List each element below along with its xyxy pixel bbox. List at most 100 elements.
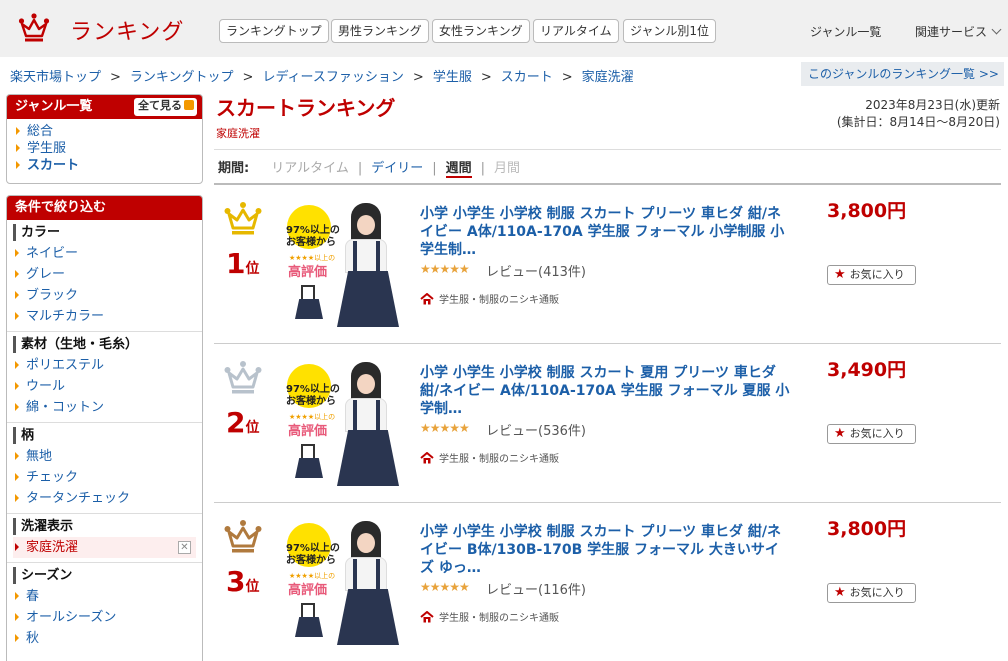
- filter-item-tartan[interactable]: タータンチェック: [13, 488, 202, 509]
- review-count-link[interactable]: レビュー(116件): [486, 579, 586, 598]
- period-tab-weekly[interactable]: 週間: [445, 161, 472, 178]
- rank-value: 1: [226, 247, 246, 280]
- filter-item-autumn[interactable]: 秋: [13, 628, 202, 649]
- filter-item-label: 綿・コットン: [26, 400, 105, 415]
- genre-ranking-list-link[interactable]: このジャンルのランキング一覧 >>: [801, 62, 1004, 86]
- rank-unit: 位: [245, 579, 260, 595]
- chevron-down-icon: [991, 24, 1002, 35]
- filter-item-polyester[interactable]: ポリエステル: [13, 355, 202, 376]
- period-label: 期間:: [218, 161, 250, 176]
- genre-item-skirt[interactable]: スカート: [16, 157, 202, 174]
- arrow-right-icon: [15, 290, 19, 299]
- filter-item-gray[interactable]: グレー: [13, 264, 202, 285]
- skirt-icon: [295, 458, 323, 478]
- skirt-icon: [295, 299, 323, 319]
- breadcrumb-rakuten-top[interactable]: 楽天市場トップ: [10, 70, 101, 85]
- filter-item-black[interactable]: ブラック: [13, 285, 202, 306]
- filter-item-label: グレー: [26, 267, 66, 282]
- filter-group-wash: 洗濯表示 家庭洗濯 ✕: [7, 514, 202, 563]
- model-shirt: [345, 557, 387, 591]
- filter-item-label: 春: [26, 589, 40, 604]
- period-selector: 期間: リアルタイム | デイリー | 週間 | 月間: [218, 161, 521, 178]
- clear-filter-icon[interactable]: ✕: [178, 541, 191, 554]
- aggregation-period: (集計日：8月14日～8月20日): [836, 115, 1000, 129]
- genre-item-school-uniform[interactable]: 学生服: [16, 140, 202, 157]
- star-icon: ★: [834, 585, 846, 600]
- sub-category-label: 家庭洗濯: [216, 127, 260, 140]
- filter-group-title: シーズン: [13, 567, 202, 584]
- product-title-link[interactable]: 小学 小学生 小学校 制服 スカート 夏用 プリーツ 車ヒダ 紺/ネイビー A体…: [420, 364, 790, 418]
- breadcrumb: 楽天市場トップ > ランキングトップ > レディースファッション > 学生服 > スカート > 家庭…: [10, 70, 634, 85]
- breadcrumb-ladies-fashion[interactable]: レディースファッション: [262, 70, 403, 85]
- breadcrumb-skirt[interactable]: スカート: [501, 70, 553, 85]
- suspender-strap: [376, 241, 380, 273]
- product-thumbnail[interactable]: 97%以上の お客様から ★★★★以上の 高評価: [281, 519, 409, 647]
- model-skirt: [337, 271, 399, 327]
- shop-name: 学生服・制服のニシキ通販: [439, 454, 559, 465]
- product-title-link[interactable]: 小学 小学生 小学校 制服 スカート プリーツ 車ヒダ 紺/ネイビー B体/13…: [420, 523, 790, 577]
- breadcrumb-ranking-top[interactable]: ランキングトップ: [130, 70, 234, 85]
- shop-name: 学生服・制服のニシキ通販: [439, 613, 559, 624]
- badge-high-rating: 高評価: [288, 265, 328, 280]
- nav-ranking-top[interactable]: ランキングトップ: [219, 19, 329, 43]
- add-favorite-button[interactable]: ★ お気に入り: [827, 424, 916, 444]
- filter-item-all-season[interactable]: オールシーズン: [13, 607, 202, 628]
- crown-logo-icon[interactable]: [18, 12, 50, 44]
- shop-link[interactable]: 学生服・制服のニシキ通販: [420, 450, 559, 465]
- filter-group-pattern: 柄 無地 チェック タータンチェック: [7, 423, 202, 514]
- arrow-right-icon: [15, 542, 19, 551]
- model-shirt: [345, 398, 387, 432]
- filter-item-label: チェック: [26, 470, 79, 485]
- gold-crown-icon: [224, 202, 262, 235]
- arrow-right-icon: [15, 360, 19, 369]
- shop-link[interactable]: 学生服・制服のニシキ通販: [420, 609, 559, 624]
- breadcrumb-home-wash[interactable]: 家庭洗濯: [582, 70, 634, 85]
- filter-item-cotton[interactable]: 綿・コットン: [13, 397, 202, 418]
- filter-item-wool[interactable]: ウール: [13, 376, 202, 397]
- page-title: スカートランキング: [216, 96, 396, 120]
- nav-realtime[interactable]: リアルタイム: [533, 19, 619, 43]
- shop-name: 学生服・制服のニシキ通販: [439, 295, 559, 306]
- review-count-link[interactable]: レビュー(413件): [486, 261, 586, 280]
- rating-stars: ★★★★★: [420, 262, 470, 276]
- badge-high-rating: 高評価: [288, 424, 328, 439]
- period-tab-daily[interactable]: デイリー: [371, 161, 423, 176]
- see-all-button[interactable]: 全て見る: [134, 98, 197, 116]
- nav-genre-first[interactable]: ジャンル別1位: [623, 19, 717, 43]
- related-services-menu[interactable]: 関連サービス: [915, 23, 1002, 40]
- shop-link[interactable]: 学生服・制服のニシキ通販: [420, 291, 559, 306]
- filter-item-multicolor[interactable]: マルチカラー: [13, 306, 202, 327]
- ranking-logo-text[interactable]: ランキング: [70, 14, 184, 46]
- badge-high-rating: 高評価: [288, 583, 328, 598]
- filter-group-title: カラー: [13, 224, 202, 241]
- genre-list-link[interactable]: ジャンル一覧: [810, 23, 881, 40]
- add-favorite-button[interactable]: ★ お気に入り: [827, 265, 916, 285]
- period-tab-realtime[interactable]: リアルタイム: [271, 161, 349, 176]
- product-thumbnail[interactable]: 97%以上の お客様から ★★★★以上の 高評価: [281, 201, 409, 329]
- filter-item-solid[interactable]: 無地: [13, 446, 202, 467]
- arrow-right-icon: [15, 381, 19, 390]
- product-title-link[interactable]: 小学 小学生 小学校 制服 スカート プリーツ 車ヒダ 紺/ネイビー A体/11…: [420, 205, 790, 259]
- product-thumbnail[interactable]: 97%以上の お客様から ★★★★以上の 高評価: [281, 360, 409, 488]
- bronze-crown-icon: [224, 520, 262, 553]
- add-favorite-button[interactable]: ★ お気に入り: [827, 583, 916, 603]
- review-count-link[interactable]: レビュー(536件): [486, 420, 586, 439]
- nav-men-ranking[interactable]: 男性ランキング: [331, 19, 429, 43]
- filter-item-navy[interactable]: ネイビー: [13, 243, 202, 264]
- genre-item-all[interactable]: 総合: [16, 123, 202, 140]
- nav-women-ranking[interactable]: 女性ランキング: [432, 19, 530, 43]
- suspender-strap: [353, 400, 357, 432]
- filter-item-home-wash-selected[interactable]: 家庭洗濯 ✕: [13, 537, 196, 558]
- favorite-label: お気に入り: [849, 586, 905, 599]
- badge-text: 97%以上の お客様から: [286, 543, 340, 567]
- breadcrumb-school-uniform[interactable]: 学生服: [433, 70, 472, 85]
- badge-text: 97%以上の お客様から: [286, 225, 340, 249]
- filter-item-spring[interactable]: 春: [13, 586, 202, 607]
- product-price: 3,800円: [827, 518, 907, 540]
- arrow-right-icon: [15, 591, 19, 600]
- product-price: 3,800円: [827, 200, 907, 222]
- suspender-strap: [376, 400, 380, 432]
- silver-crown-icon: [224, 361, 262, 394]
- filter-item-check[interactable]: チェック: [13, 467, 202, 488]
- rank-number: 1位: [226, 247, 259, 280]
